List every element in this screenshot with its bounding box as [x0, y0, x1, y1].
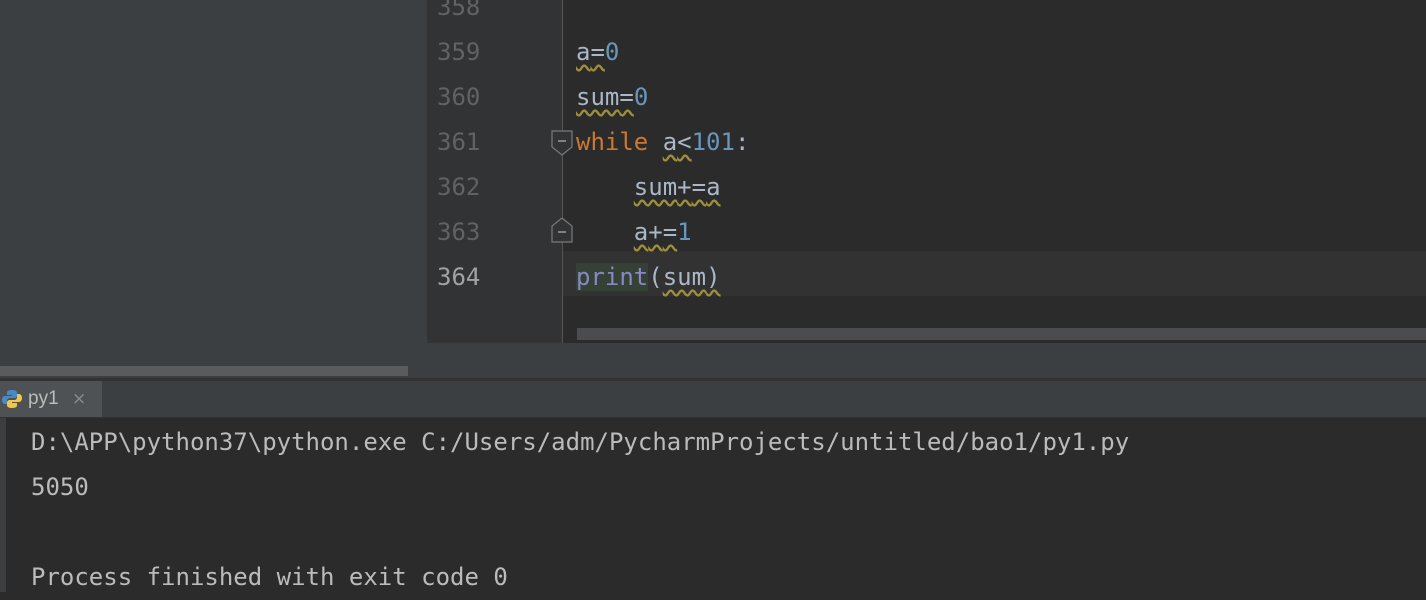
console-left-border — [0, 418, 6, 592]
code-number: 101 — [691, 128, 735, 156]
console-exit-message: Process finished with exit code 0 — [31, 563, 508, 591]
code-operator: ) — [706, 263, 721, 291]
line-number: 362 — [437, 173, 481, 201]
console-output-line: 5050 — [31, 473, 89, 501]
code-operator: < — [677, 128, 692, 156]
line-number-current: 364 — [437, 263, 481, 291]
python-icon — [2, 390, 22, 408]
line-number: 363 — [437, 218, 481, 246]
line-number: 361 — [437, 128, 481, 156]
run-console[interactable]: D:\APP\python37\python.exe C:/Users/adm/… — [0, 418, 1426, 592]
code-identifier: sum — [662, 263, 707, 291]
code-line[interactable]: sum=0 — [576, 75, 1426, 120]
code-line[interactable]: a=0 — [576, 30, 1426, 75]
code-operator: : — [734, 128, 750, 156]
project-panel-scrollbar-thumb[interactable] — [0, 366, 408, 376]
code-identifier: a — [662, 128, 678, 156]
run-tab-py1[interactable]: py1 × — [0, 381, 102, 417]
code-editor[interactable]: 358 359 360 361 362 363 364 a=0 sum=0 wh… — [427, 0, 1426, 343]
code-line[interactable]: sum+=a — [576, 165, 1426, 210]
code-identifier: a — [576, 38, 591, 66]
code-identifier: sum — [576, 83, 620, 111]
code-keyword: while — [576, 128, 649, 156]
fold-end-icon[interactable] — [551, 217, 573, 243]
code-operator: + — [677, 173, 692, 201]
code-identifier: sum — [633, 173, 678, 201]
console-command-line: D:\APP\python37\python.exe C:/Users/adm/… — [31, 428, 1130, 456]
close-icon[interactable]: × — [72, 381, 86, 417]
code-line[interactable]: a+=1 — [576, 210, 1426, 255]
line-number: 359 — [437, 38, 481, 66]
code-line[interactable]: while a<101: — [576, 120, 1426, 165]
line-number: 360 — [437, 83, 481, 111]
project-panel — [0, 0, 427, 378]
fold-collapse-icon[interactable] — [551, 130, 573, 156]
code-operator: ( — [648, 263, 663, 291]
code-builtin: print — [576, 263, 649, 291]
editor-bottom-area — [427, 343, 1426, 378]
editor-horizontal-scrollbar-thumb[interactable] — [577, 328, 1426, 340]
code-operator: = — [691, 173, 707, 201]
code-operator: = — [662, 218, 678, 246]
run-tab-label: py1 — [28, 388, 59, 409]
code-operator: + — [648, 218, 663, 246]
code-identifier: a — [633, 218, 649, 246]
code-number: 1 — [677, 218, 692, 246]
code-line-current[interactable]: print(sum) — [576, 255, 1426, 300]
code-operator: = — [590, 38, 605, 66]
run-tool-window-tabbar: py1 × — [0, 381, 1426, 418]
line-number: 358 — [437, 0, 481, 21]
code-operator: = — [619, 83, 634, 111]
code-number: 0 — [633, 83, 649, 111]
code-number: 0 — [604, 38, 620, 66]
code-identifier: a — [706, 173, 721, 201]
